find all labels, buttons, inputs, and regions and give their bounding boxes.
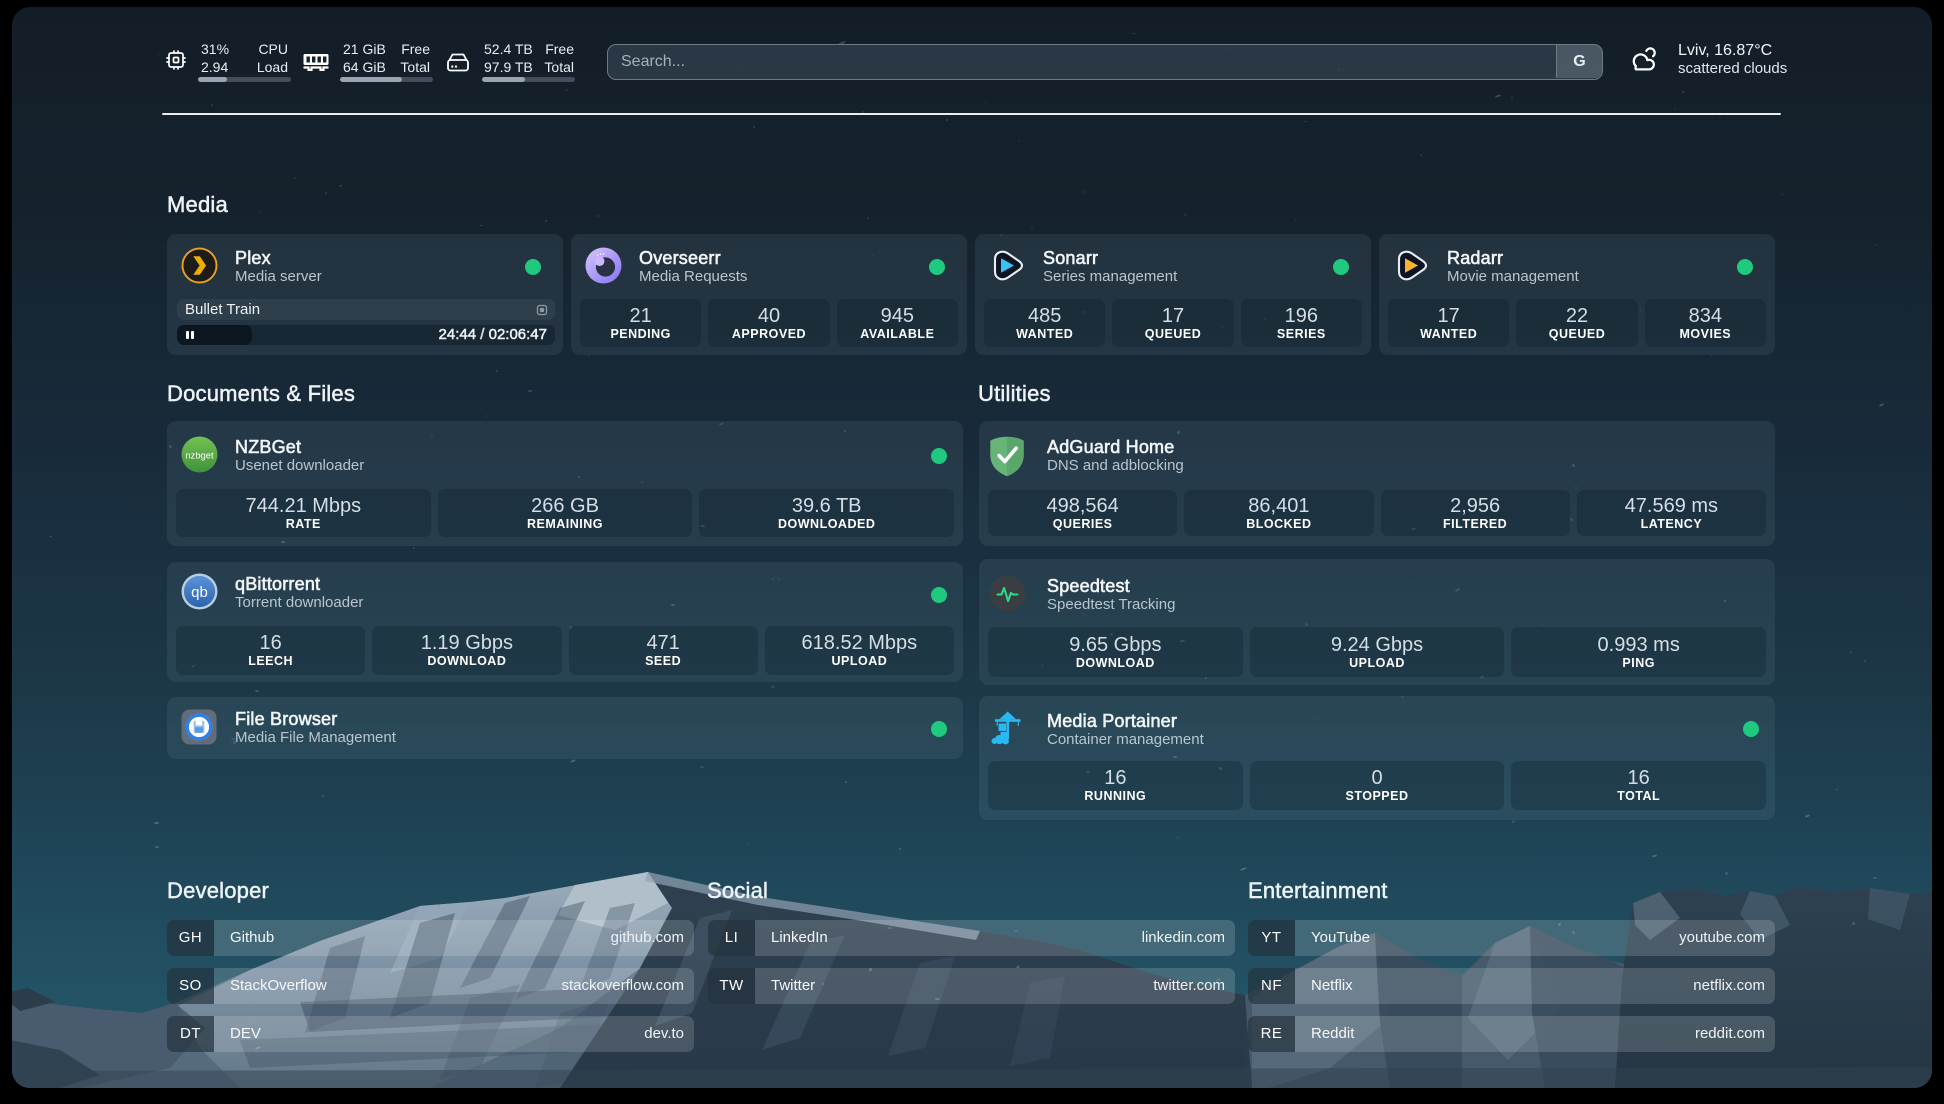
- svg-text:nzbget: nzbget: [185, 449, 214, 460]
- svg-text:qb: qb: [191, 584, 208, 601]
